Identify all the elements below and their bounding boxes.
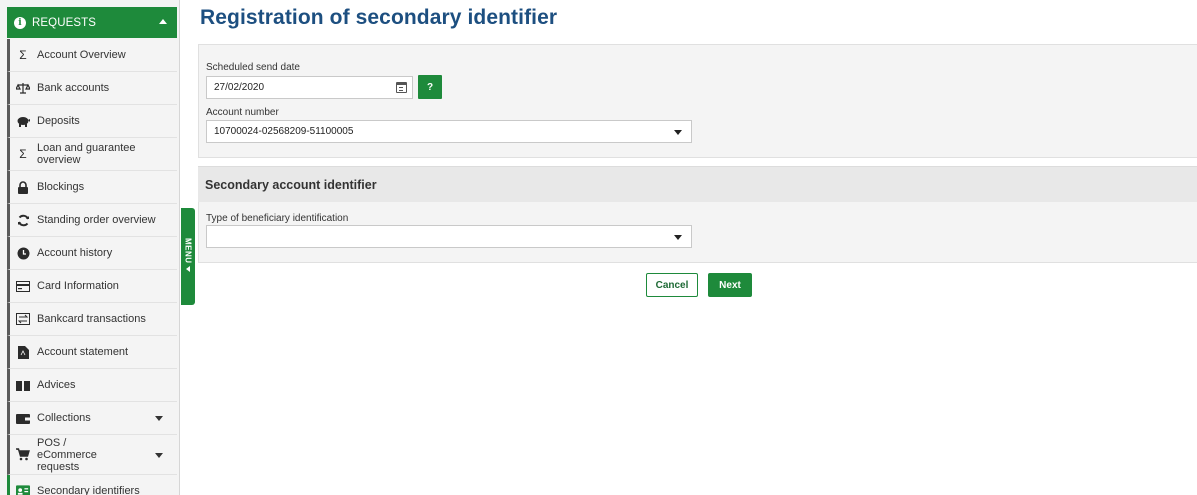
book-icon <box>16 378 30 392</box>
sigma-icon: Σ <box>19 48 27 62</box>
sidebar-item-deposits[interactable]: Deposits <box>7 105 177 138</box>
sidebar-item-blockings[interactable]: Blockings <box>7 171 177 204</box>
piggy-bank-icon <box>16 114 30 128</box>
cancel-button[interactable]: Cancel <box>646 273 698 297</box>
sidebar-item-bankcard-transactions[interactable]: Bankcard transactions <box>7 303 177 336</box>
page-title: Registration of secondary identifier <box>200 6 558 29</box>
requests-header-label: REQUESTS <box>32 16 97 29</box>
cart-icon <box>16 448 30 462</box>
sidebar-menu: Σ Account Overview Bank accounts Deposit… <box>7 39 177 495</box>
sidebar-item-label: Account history <box>37 247 113 259</box>
sidebar-item-account-overview[interactable]: Σ Account Overview <box>7 39 177 72</box>
clock-icon <box>16 246 30 260</box>
sidebar-item-label: Loan and guarantee overview <box>37 142 136 166</box>
request-form-panel: Scheduled send date 27/02/2020 ? Account… <box>198 44 1197 158</box>
expand-caret-icon[interactable] <box>155 452 163 458</box>
sidebar-item-label: Bank accounts <box>37 82 110 94</box>
sidebar-item-label: Blockings <box>37 181 85 193</box>
sidebar-item-advices[interactable]: Advices <box>7 369 177 402</box>
sidebar-item-account-statement[interactable]: Account statement <box>7 336 177 369</box>
info-icon: i <box>14 16 26 29</box>
wallet-icon <box>16 411 30 425</box>
menu-toggle-label: MENU <box>183 238 193 264</box>
sidebar-item-label: Collections <box>37 412 91 424</box>
sidebar-item-pos-ecommerce[interactable]: POS / eCommerce requests <box>7 435 177 475</box>
sidebar-item-bank-accounts[interactable]: Bank accounts <box>7 72 177 105</box>
requests-header[interactable]: i REQUESTS <box>7 7 177 38</box>
scheduled-send-date-value: 27/02/2020 <box>214 82 265 93</box>
beneficiary-identification-select[interactable] <box>206 225 692 248</box>
calendar-icon[interactable] <box>396 82 407 93</box>
sidebar-item-standing-order[interactable]: Standing order overview <box>7 204 177 237</box>
sidebar: i REQUESTS Σ Account Overview Bank accou… <box>0 0 180 495</box>
scales-icon <box>16 81 30 95</box>
sidebar-item-label: Advices <box>37 379 76 391</box>
sidebar-item-label: Card Information <box>37 280 119 292</box>
sidebar-item-account-history[interactable]: Account history <box>7 237 177 270</box>
sidebar-item-card-information[interactable]: Card Information <box>7 270 177 303</box>
sidebar-item-label: Bankcard transactions <box>37 313 146 325</box>
menu-toggle-button[interactable]: MENU <box>181 208 195 305</box>
sidebar-item-loan-guarantee[interactable]: Σ Loan and guarantee overview <box>7 138 177 171</box>
beneficiary-panel: Type of beneficiary identification <box>198 202 1197 263</box>
dropdown-arrow-icon <box>674 130 682 135</box>
sidebar-item-collections[interactable]: Collections <box>7 402 177 435</box>
document-icon <box>16 345 30 359</box>
sidebar-item-label: Secondary identifiers <box>37 485 140 495</box>
scheduled-send-date-input[interactable]: 27/02/2020 <box>206 76 413 99</box>
collapse-caret-icon <box>159 19 167 24</box>
sidebar-item-label: POS / eCommerce requests <box>37 436 97 473</box>
collapse-left-icon <box>186 265 190 272</box>
transfer-icon <box>16 312 30 326</box>
sigma-icon: Σ <box>19 147 27 161</box>
sidebar-item-secondary-identifiers[interactable]: Secondary identifiers <box>7 475 177 495</box>
sidebar-item-label: Account statement <box>37 346 129 358</box>
scheduled-send-date-label: Scheduled send date <box>206 62 300 73</box>
account-number-select[interactable]: 10700024-02568209-51100005 <box>206 120 692 143</box>
account-number-label: Account number <box>206 107 279 118</box>
refresh-icon <box>16 213 30 227</box>
account-number-value: 10700024-02568209-51100005 <box>214 126 354 137</box>
expand-caret-icon[interactable] <box>155 416 163 421</box>
beneficiary-identification-label: Type of beneficiary identification <box>206 213 349 224</box>
sidebar-item-label: Standing order overview <box>37 214 156 226</box>
lock-icon <box>16 180 30 194</box>
card-icon <box>16 279 30 293</box>
section-title: Secondary account identifier <box>198 166 1197 202</box>
sidebar-item-label: Deposits <box>37 115 80 127</box>
dropdown-arrow-icon <box>674 235 682 240</box>
id-card-icon <box>16 484 30 495</box>
help-button[interactable]: ? <box>418 75 442 99</box>
next-button[interactable]: Next <box>708 273 752 297</box>
sidebar-item-label: Account Overview <box>37 49 126 61</box>
